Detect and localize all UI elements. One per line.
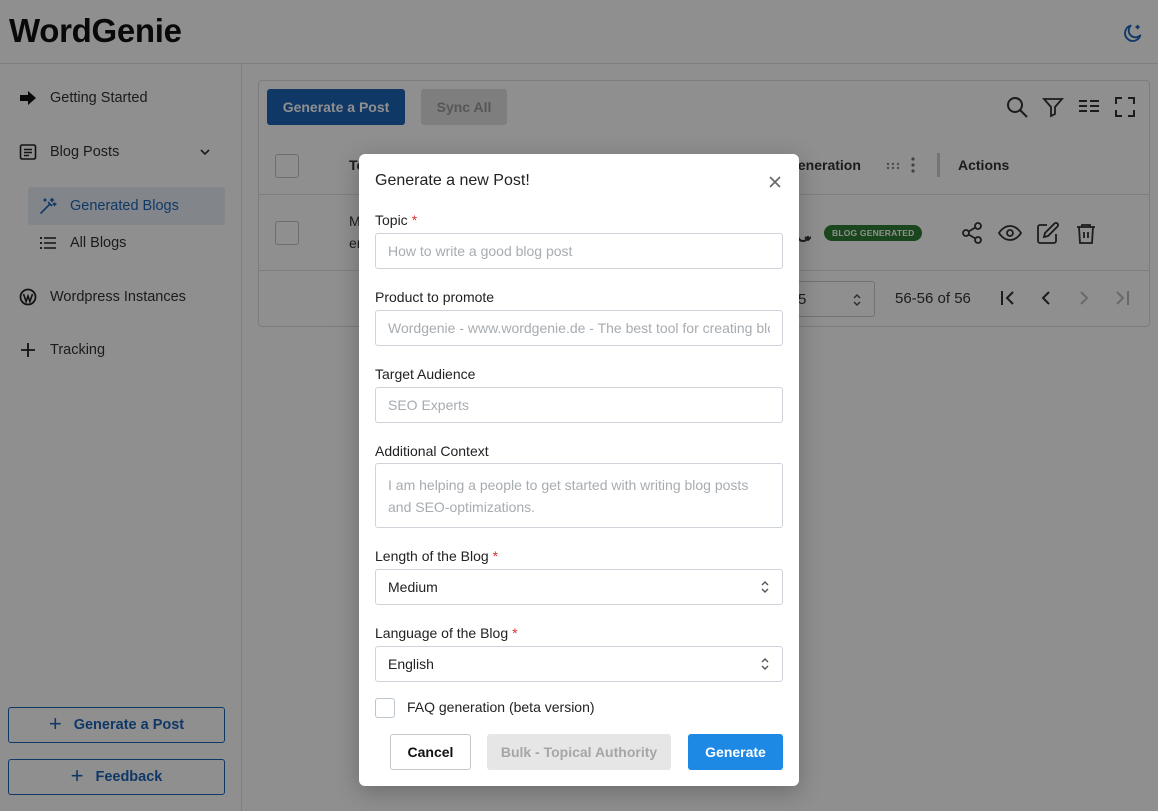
length-label: Length of the Blog * [375, 548, 498, 564]
audience-label: Target Audience [375, 366, 476, 382]
language-select[interactable]: English [375, 646, 783, 682]
bulk-topical-authority-button[interactable]: Bulk - Topical Authority [487, 734, 671, 770]
product-input[interactable] [375, 310, 783, 346]
required-marker: * [492, 548, 499, 564]
context-label: Additional Context [375, 443, 489, 459]
context-textarea[interactable] [375, 463, 783, 528]
generate-post-dialog: Generate a new Post! Topic* Product to p… [359, 154, 799, 786]
length-select[interactable]: Medium [375, 569, 783, 605]
product-label: Product to promote [375, 289, 495, 305]
language-label-text: Language of the Blog [375, 625, 509, 641]
generate-button[interactable]: Generate [688, 734, 783, 770]
length-select-value: Medium [388, 579, 438, 595]
dialog-title: Generate a new Post! [375, 172, 530, 189]
required-marker: * [512, 625, 518, 641]
required-marker: * [411, 212, 418, 228]
faq-generation-checkbox[interactable] [375, 698, 395, 718]
length-label-text: Length of the Blog [375, 548, 489, 564]
topic-label-text: Topic [375, 212, 408, 228]
select-arrows-icon [761, 658, 769, 670]
language-select-value: English [388, 656, 434, 672]
topic-input[interactable] [375, 233, 783, 269]
cancel-button[interactable]: Cancel [390, 734, 471, 770]
topic-label: Topic * [375, 212, 417, 228]
select-arrows-icon [761, 581, 769, 593]
close-icon[interactable] [767, 174, 783, 190]
audience-input[interactable] [375, 387, 783, 423]
faq-generation-label: FAQ generation (beta version) [407, 699, 595, 715]
language-label: Language of the Blog * [375, 625, 518, 641]
